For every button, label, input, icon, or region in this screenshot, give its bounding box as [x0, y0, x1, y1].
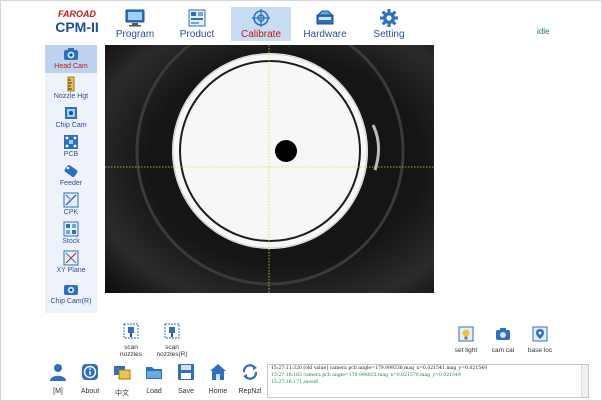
tool-label: set light [454, 347, 478, 354]
tool-label-line2: nozzles [119, 351, 143, 358]
toolbar-label: Save [178, 388, 194, 395]
ruler-icon [67, 76, 75, 92]
cam-cal-button[interactable]: cam cal [488, 326, 518, 354]
brand-logo: FAROAD CPM-II [47, 9, 107, 39]
sidebar-item-label: PCB [63, 151, 79, 158]
tab-program[interactable]: Program [105, 7, 165, 41]
set-light-button[interactable]: set light [451, 326, 481, 354]
toolbar-label: RepNzl [238, 388, 262, 395]
log-scrollbar[interactable] [581, 365, 588, 397]
home-icon [210, 364, 226, 380]
board-icon [188, 9, 206, 27]
log-line: 15:27:16:163 camera pcb angle=179.998023… [271, 372, 461, 378]
tab-label: Program [115, 29, 155, 40]
monitor-icon [125, 9, 145, 27]
tool-label-line1: scan [165, 344, 179, 351]
save-button[interactable]: Save [173, 363, 199, 395]
sidebar-item-stock[interactable]: Stock [45, 220, 97, 248]
pcb-icon [64, 135, 78, 149]
status-text: idle [537, 27, 550, 36]
sidebar-item-label: Head Cam [54, 63, 88, 70]
location-pin-icon [532, 326, 548, 342]
machine-icon [316, 10, 334, 25]
tool-label-line1: scan [124, 344, 138, 351]
chip-camera-icon [65, 107, 77, 119]
sidebar-item-cpk[interactable]: CPK [45, 191, 97, 219]
sidebar-item-pcb[interactable]: PCB [45, 133, 97, 161]
sidebar-item-chip-cam-r[interactable]: Chip Cam(R) [45, 280, 97, 308]
stock-icon [63, 221, 79, 237]
sidebar-item-label: Nozzle Hgt [53, 93, 89, 100]
gear-icon [380, 9, 398, 27]
camera-image [105, 45, 434, 293]
camera-view[interactable] [105, 45, 434, 293]
camera-cal-icon [496, 328, 510, 340]
crosshair-icon [252, 9, 270, 27]
scan-nozzles-button[interactable]: scan nozzles [117, 323, 145, 358]
repnzl-button[interactable]: RepNzl [237, 363, 263, 395]
sidebar-item-label: Chip Cam [55, 122, 87, 129]
tab-label: Calibrate [240, 29, 282, 40]
load-button[interactable]: Load [141, 363, 167, 395]
language-icon [114, 366, 131, 380]
toolbar-label: [M] [53, 388, 63, 395]
home-button[interactable]: Home [205, 363, 231, 395]
log-line: 15:27:16:171 saved! [271, 379, 319, 385]
tab-setting[interactable]: Setting [359, 7, 419, 41]
save-icon [178, 364, 194, 380]
sidebar-item-label: Chip Cam(R) [50, 298, 92, 305]
app-window: FAROAD CPM-II Program Product Calibrate … [0, 0, 602, 401]
chip-camera-r-icon [64, 285, 78, 295]
base-loc-button[interactable]: base loc [524, 326, 556, 354]
sidebar-item-label: Stock [62, 238, 80, 245]
toolbar-label: 中文 [115, 390, 129, 397]
sidebar-item-feeder[interactable]: Feeder [45, 162, 97, 190]
about-button[interactable]: About [77, 363, 103, 395]
scan-nozzles-r-icon [164, 323, 180, 339]
toolbar-label: About [80, 388, 100, 395]
tab-calibrate[interactable]: Calibrate [231, 7, 291, 41]
folder-icon [146, 367, 162, 379]
tab-product[interactable]: Product [167, 7, 227, 41]
calibrate-sidebar: Head Cam Nozzle Hgt Chip Cam PCB Feeder … [45, 45, 97, 313]
scan-nozzles-icon [123, 323, 139, 339]
sidebar-item-chip-cam[interactable]: Chip Cam [45, 104, 97, 132]
bottom-toolbar: [M] About 中文 Load Save Home RepNzl [45, 361, 267, 397]
toolbar-label: Home [208, 388, 228, 395]
xy-plane-icon [63, 250, 79, 266]
tool-label: cam cal [491, 347, 515, 354]
log-line: 15:27:11:320 [old value] camera pcb angl… [271, 366, 488, 371]
sidebar-item-nozzle-hgt[interactable]: Nozzle Hgt [45, 75, 97, 103]
sidebar-item-label: XY Plane [56, 267, 86, 274]
toolbar-label: Load [146, 388, 162, 395]
tool-label-line2: nozzles(R) [156, 351, 188, 358]
message-log[interactable]: 15:27:11:320 [old value] camera pcb angl… [267, 364, 589, 398]
tool-label: base loc [527, 347, 553, 354]
model-name: CPM-II [55, 19, 99, 35]
info-icon [82, 364, 98, 380]
light-bulb-icon [458, 326, 474, 342]
tab-label: Hardware [303, 29, 347, 40]
sidebar-item-xy-plane[interactable]: XY Plane [45, 249, 97, 277]
sidebar-item-head-cam[interactable]: Head Cam [45, 45, 97, 73]
tab-hardware[interactable]: Hardware [295, 7, 355, 41]
sidebar-item-label: Feeder [59, 180, 83, 187]
feeder-icon [64, 165, 78, 177]
scan-nozzles-r-button[interactable]: scan nozzles(R) [155, 323, 189, 358]
sidebar-item-label: CPK [63, 209, 79, 216]
repeat-icon [242, 364, 258, 380]
language-button[interactable]: 中文 [109, 363, 135, 398]
camera-icon [64, 48, 78, 60]
user-mode-button[interactable]: [M] [45, 363, 71, 395]
brand-name: FAROAD [58, 9, 96, 19]
cpk-icon [63, 192, 79, 208]
user-icon [50, 364, 66, 381]
tab-label: Setting [373, 29, 405, 40]
tab-label: Product [179, 29, 215, 40]
